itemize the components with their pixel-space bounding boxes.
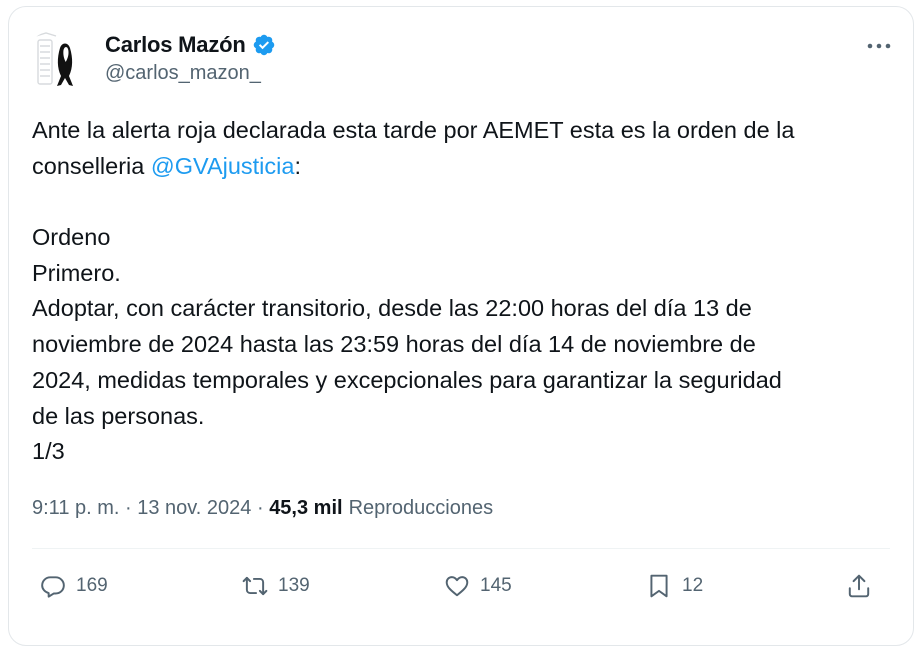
tweet-line: Adoptar, con carácter transitorio, desde… [32,295,752,322]
bookmark-icon [650,574,668,598]
mention-link[interactable]: @GVAjusticia [151,153,295,179]
bookmark-button[interactable]: 12 [646,566,703,606]
like-count: 145 [480,575,512,596]
bookmark-count: 12 [682,575,704,596]
author-handle[interactable]: @carlos_mazon_ [105,62,261,85]
repost-count: 139 [278,575,310,596]
verified-badge-icon[interactable] [252,33,276,57]
repost-button[interactable]: 139 [242,566,310,606]
more-options-icon[interactable] [866,42,892,50]
tweet-date[interactable]: 13 nov. 2024 [137,497,251,520]
tweet-text-segment: conselleria [32,152,151,179]
meta-separator: · [251,497,270,519]
repost-icon [242,576,268,596]
meta-separator: · [119,497,138,519]
heart-icon [445,576,469,597]
tweet-line: noviembre de 2024 hasta las 23:59 horas … [32,331,756,358]
share-icon [848,574,870,598]
author-name[interactable]: Carlos Mazón [105,32,246,58]
reply-icon [41,576,65,598]
tweet-time[interactable]: 9:11 p. m. [32,497,119,520]
tweet-line: 1/3 [32,438,65,465]
avatar-image [24,30,88,94]
tweet-text-segment: : [294,152,301,179]
share-button[interactable] [846,566,872,606]
avatar[interactable] [24,30,88,94]
action-bar: 169 139 145 12 [32,566,892,606]
tweet-line: Ante la alerta roja declarada esta tarde… [32,117,795,143]
like-button[interactable]: 145 [444,566,512,606]
views-label[interactable]: Reproducciones [349,497,494,520]
tweet-meta: 9:11 p. m. · 13 nov. 2024 · 45,3 mil Rep… [32,497,493,520]
tweet-line: Ordeno [32,224,111,251]
reply-button[interactable]: 169 [40,566,108,606]
divider [32,548,890,549]
tweet-line: 2024, medidas temporales y excepcionales… [32,366,782,393]
tweet-line: de las personas. [32,402,205,429]
tweet-line: conselleria @GVAjusticia: [32,149,892,185]
reply-count: 169 [76,575,108,596]
tweet-text: Ante la alerta roja declarada esta tarde… [32,113,892,470]
views-count[interactable]: 45,3 mil [269,497,342,520]
tweet-line: Primero. [32,259,121,286]
author-row: Carlos Mazón [105,32,276,58]
